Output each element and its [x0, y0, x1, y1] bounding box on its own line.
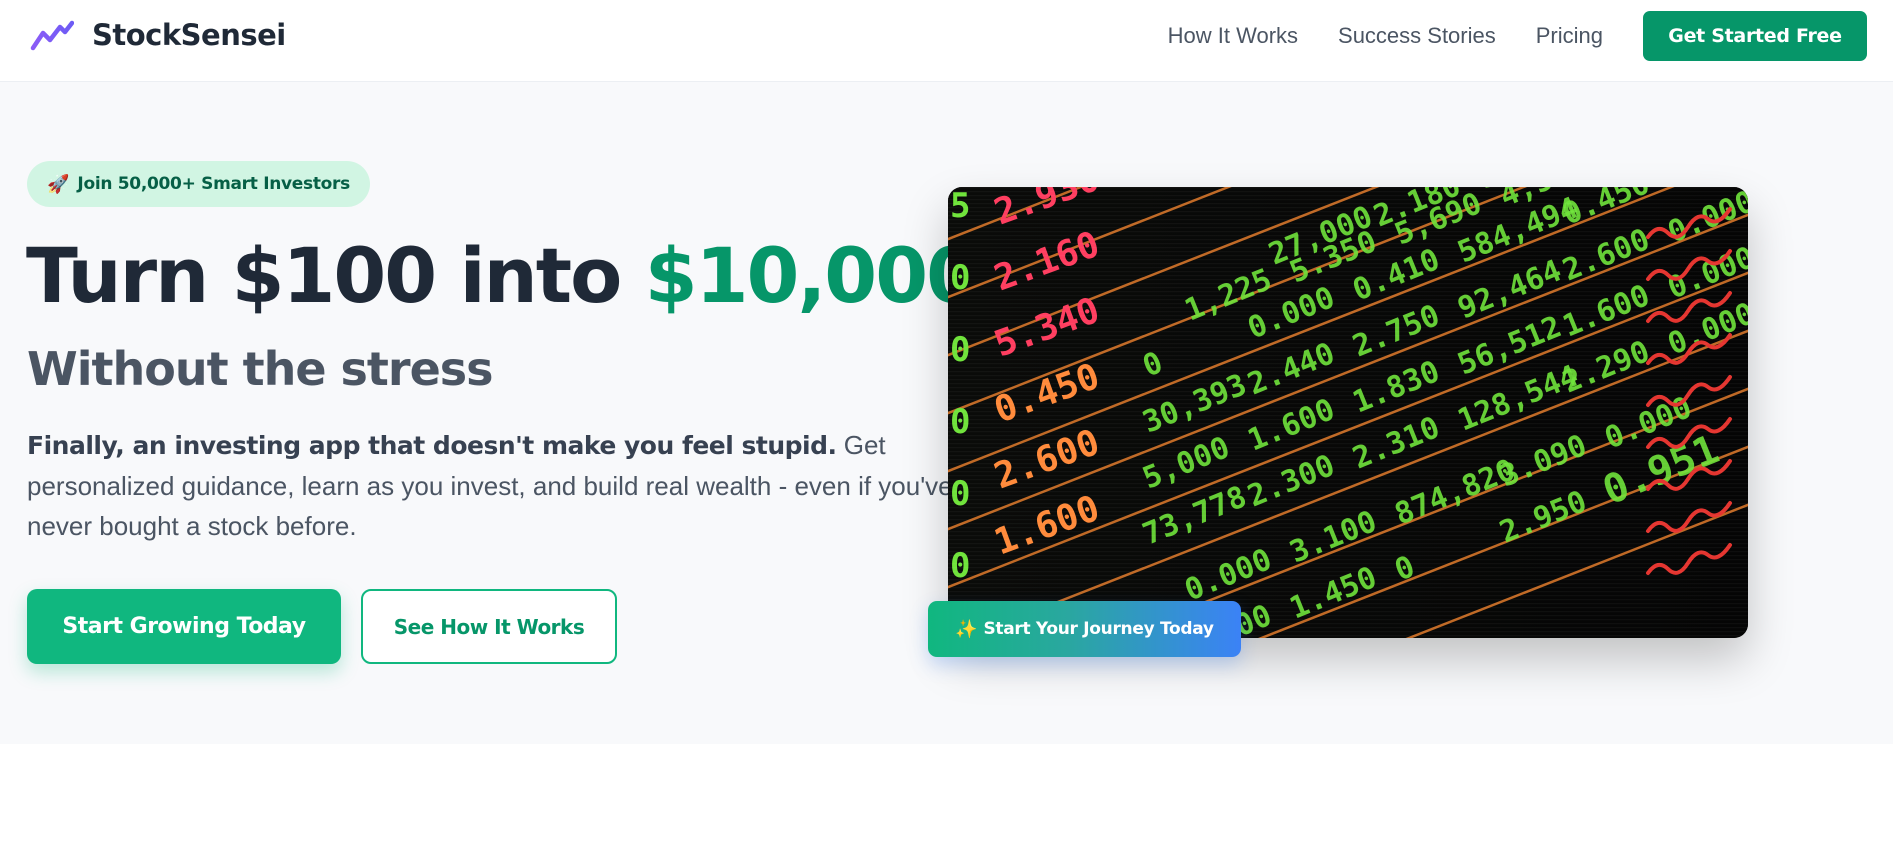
- start-growing-button[interactable]: Start Growing Today: [27, 589, 341, 664]
- site-header: StockSensei How It Works Success Stories…: [0, 0, 1893, 82]
- get-started-button[interactable]: Get Started Free: [1643, 11, 1867, 61]
- nav-pricing[interactable]: Pricing: [1536, 23, 1603, 49]
- headline-prefix: Turn $100 into: [26, 231, 645, 320]
- journey-label: Start Your Journey Today: [983, 619, 1214, 639]
- hero-section: 🚀 Join 50,000+ Smart Investors Turn $100…: [0, 82, 1893, 744]
- see-how-it-works-button[interactable]: See How It Works: [361, 589, 617, 664]
- brand-name: StockSensei: [92, 18, 286, 52]
- hero-subheadline: Without the stress: [27, 342, 494, 396]
- description-bold: Finally, an investing app that doesn't m…: [27, 431, 837, 460]
- badge-text: Join 50,000+ Smart Investors: [77, 174, 350, 194]
- nav-how-it-works[interactable]: How It Works: [1168, 23, 1298, 49]
- hero-headline: Turn $100 into $10,000+: [26, 238, 1041, 314]
- nav-success-stories[interactable]: Success Stories: [1338, 23, 1496, 49]
- trend-line-icon: [30, 20, 74, 51]
- stock-ticker-board-image: 2.9302.1605.3400.4502.6001.60027,0002.18…: [948, 187, 1748, 638]
- rocket-icon: 🚀: [47, 173, 70, 194]
- start-journey-button[interactable]: ✨ Start Your Journey Today: [928, 601, 1241, 657]
- investors-badge: 🚀 Join 50,000+ Smart Investors: [27, 161, 370, 207]
- brand-logo[interactable]: StockSensei: [30, 18, 286, 52]
- ticker-board-graphic: 2.9302.1605.3400.4502.6001.60027,0002.18…: [948, 187, 1748, 638]
- main-nav: How It Works Success Stories Pricing Get…: [1168, 11, 1867, 61]
- sparkles-icon: ✨: [955, 618, 978, 640]
- hero-description: Finally, an investing app that doesn't m…: [27, 425, 962, 546]
